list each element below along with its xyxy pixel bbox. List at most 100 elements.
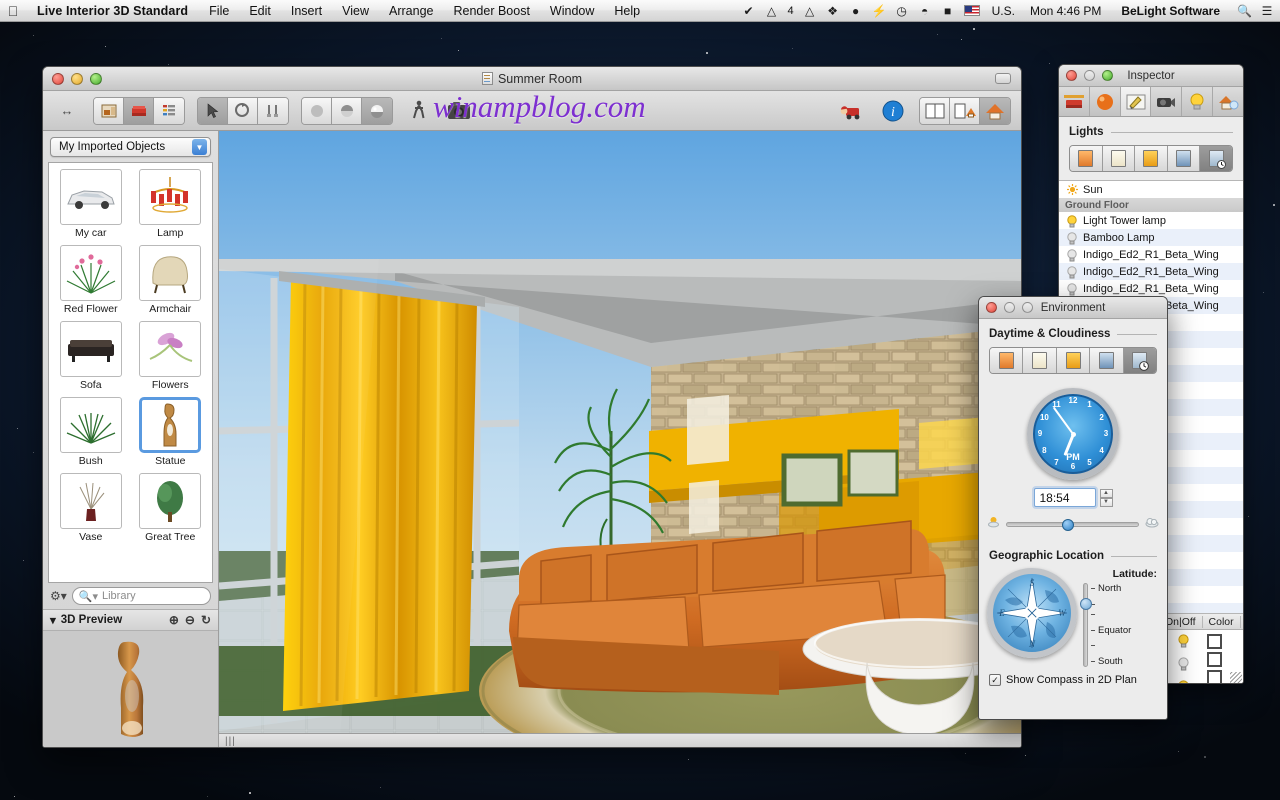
custom-time-window-icon[interactable] <box>1200 146 1232 171</box>
tab-environment[interactable] <box>1213 87 1243 116</box>
light-row-indigo-2[interactable]: Indigo_Ed2_R1_Beta_Wing <box>1059 263 1243 280</box>
list-view-icon[interactable] <box>154 98 184 124</box>
clock-icon[interactable]: ◷ <box>895 4 909 18</box>
library-item-great-tree[interactable]: Great Tree <box>133 473 209 547</box>
preview-3d-viewport[interactable] <box>43 631 218 748</box>
rotate-icon[interactable] <box>228 98 258 124</box>
environment-titlebar[interactable]: Environment <box>979 297 1167 319</box>
light-row-indigo-1[interactable]: Indigo_Ed2_R1_Beta_Wing <box>1059 246 1243 263</box>
floor-plan-icon[interactable] <box>94 98 124 124</box>
light-row-light-tower-lamp[interactable]: Light Tower lamp <box>1059 212 1243 229</box>
gear-icon[interactable]: ⚙▾ <box>50 589 67 603</box>
inspector-titlebar[interactable]: Inspector <box>1059 65 1243 87</box>
battery-icon[interactable]: ■ <box>941 4 955 18</box>
color-swatch[interactable] <box>1207 670 1222 684</box>
menubar-clock[interactable]: Mon 4:46 PM <box>1027 4 1104 18</box>
flash-icon[interactable]: ⚡ <box>872 4 886 18</box>
menu-item-render-boost[interactable]: Render Boost <box>443 4 539 18</box>
dropbox-icon[interactable]: ❖ <box>826 4 840 18</box>
split-view-icon[interactable] <box>920 98 950 124</box>
time-stepper[interactable]: ▲ ▼ <box>1100 489 1113 507</box>
info-icon[interactable]: i <box>879 98 907 124</box>
stepper-up-icon[interactable]: ▲ <box>1100 489 1113 498</box>
flat-shading-icon[interactable] <box>302 98 332 124</box>
library-item-vase[interactable]: Vase <box>53 473 129 547</box>
tab-object-properties[interactable] <box>1059 87 1090 116</box>
inspector-tabs[interactable] <box>1059 87 1243 117</box>
menu-item-arrange[interactable]: Arrange <box>379 4 443 18</box>
light-row-bamboo-lamp[interactable]: Bamboo Lamp <box>1059 229 1243 246</box>
custom-time-window-icon[interactable] <box>1124 348 1156 373</box>
tab-material[interactable] <box>1090 87 1121 116</box>
sunset-window-icon[interactable] <box>990 348 1023 373</box>
menu-item-file[interactable]: File <box>199 4 239 18</box>
day-window-icon[interactable] <box>1023 348 1056 373</box>
menu-item-insert[interactable]: Insert <box>281 4 332 18</box>
user-menu-label[interactable]: BeLight Software <box>1113 4 1228 18</box>
resize-grip-icon[interactable] <box>1230 672 1242 684</box>
library-item-my-car[interactable]: My car <box>53 169 129 243</box>
library-item-bush[interactable]: Bush <box>53 397 129 471</box>
sunset-window-icon[interactable] <box>1070 146 1103 171</box>
rotate-reset-icon[interactable]: ↻ <box>201 613 211 627</box>
library-item-red-flower[interactable]: Red Flower <box>53 245 129 319</box>
menu-item-edit[interactable]: Edit <box>239 4 281 18</box>
bulb-off-icon[interactable] <box>1067 232 1077 244</box>
zoom-out-icon[interactable]: ⊖ <box>185 613 195 627</box>
latitude-slider-knob[interactable] <box>1080 598 1092 610</box>
us-flag-icon[interactable] <box>964 5 980 16</box>
preview-header[interactable]: ▾ 3D Preview ⊕ ⊖ ↻ <box>43 609 218 631</box>
render-quality-segmented[interactable] <box>301 97 393 125</box>
wifi-icon[interactable]: ◓ <box>918 4 932 18</box>
checkmark-badge-icon[interactable]: ✔ <box>741 4 755 18</box>
tab-camera[interactable] <box>1151 87 1182 116</box>
checkmark-icon[interactable]: ✓ <box>989 674 1001 686</box>
library-item-armchair[interactable]: Armchair <box>133 245 209 319</box>
light-row-sun[interactable]: Sun <box>1059 181 1243 198</box>
triangle-down-icon[interactable]: ▾ <box>50 613 56 627</box>
search-input[interactable]: 🔍▾ Library <box>72 587 211 605</box>
tools-segmented[interactable] <box>197 97 289 125</box>
menu-item-view[interactable]: View <box>332 4 379 18</box>
time-input[interactable]: 18:54 <box>1034 488 1096 507</box>
window-titlebar[interactable]: Summer Room <box>43 67 1021 91</box>
library-item-lamp[interactable]: Lamp <box>133 169 209 243</box>
collapse-toolbar-icon[interactable] <box>995 73 1011 84</box>
tab-edit[interactable] <box>1121 87 1152 116</box>
evening-window-icon[interactable] <box>1057 348 1090 373</box>
plan-3d-view-icon[interactable] <box>950 98 980 124</box>
light-row-indigo-3[interactable]: Indigo_Ed2_R1_Beta_Wing <box>1059 280 1243 297</box>
viewport-3d[interactable]: ||| <box>219 131 1021 748</box>
santa-truck-icon[interactable] <box>839 98 867 124</box>
bulb-on-icon[interactable] <box>1178 634 1189 653</box>
bulb-off-icon[interactable] <box>1067 249 1077 261</box>
bulb-on-icon[interactable] <box>1067 215 1077 227</box>
menu-item-help[interactable]: Help <box>604 4 650 18</box>
daytime-modes[interactable] <box>989 347 1157 374</box>
input-source-label[interactable]: U.S. <box>989 4 1018 18</box>
night-window-icon[interactable] <box>1090 348 1123 373</box>
evernote-icon[interactable]: ● <box>849 4 863 18</box>
bulb-off-icon[interactable] <box>1067 283 1077 295</box>
apple-logo-icon[interactable]:  <box>0 4 26 18</box>
smooth-shading-icon[interactable] <box>332 98 362 124</box>
bulb-off-icon[interactable] <box>1178 657 1189 676</box>
tab-light[interactable] <box>1182 87 1213 116</box>
compass-rose-icon[interactable]: S N E W <box>987 568 1077 658</box>
latitude-slider[interactable] <box>1083 583 1088 667</box>
editor-mode-segmented[interactable] <box>93 97 185 125</box>
color-swatch[interactable] <box>1207 634 1222 649</box>
stepper-down-icon[interactable]: ▼ <box>1100 498 1113 507</box>
walk-person-icon[interactable] <box>405 98 433 124</box>
google-drive-icon[interactable]: △ <box>803 4 817 18</box>
day-window-icon[interactable] <box>1103 146 1136 171</box>
library-grid[interactable]: My car Lamp Red Flower Armchair Sofa Flo… <box>48 162 213 583</box>
bulb-off-icon[interactable] <box>1067 266 1077 278</box>
glossy-shading-icon[interactable] <box>362 98 392 124</box>
view-layout-segmented[interactable] <box>919 97 1011 125</box>
resize-grip-icon[interactable]: ||| <box>225 736 236 747</box>
adobe-icon[interactable]: △ <box>764 4 778 18</box>
left-right-arrows-icon[interactable]: ↔ <box>53 98 81 124</box>
color-swatch[interactable] <box>1207 652 1222 667</box>
library-item-sofa[interactable]: Sofa <box>53 321 129 395</box>
